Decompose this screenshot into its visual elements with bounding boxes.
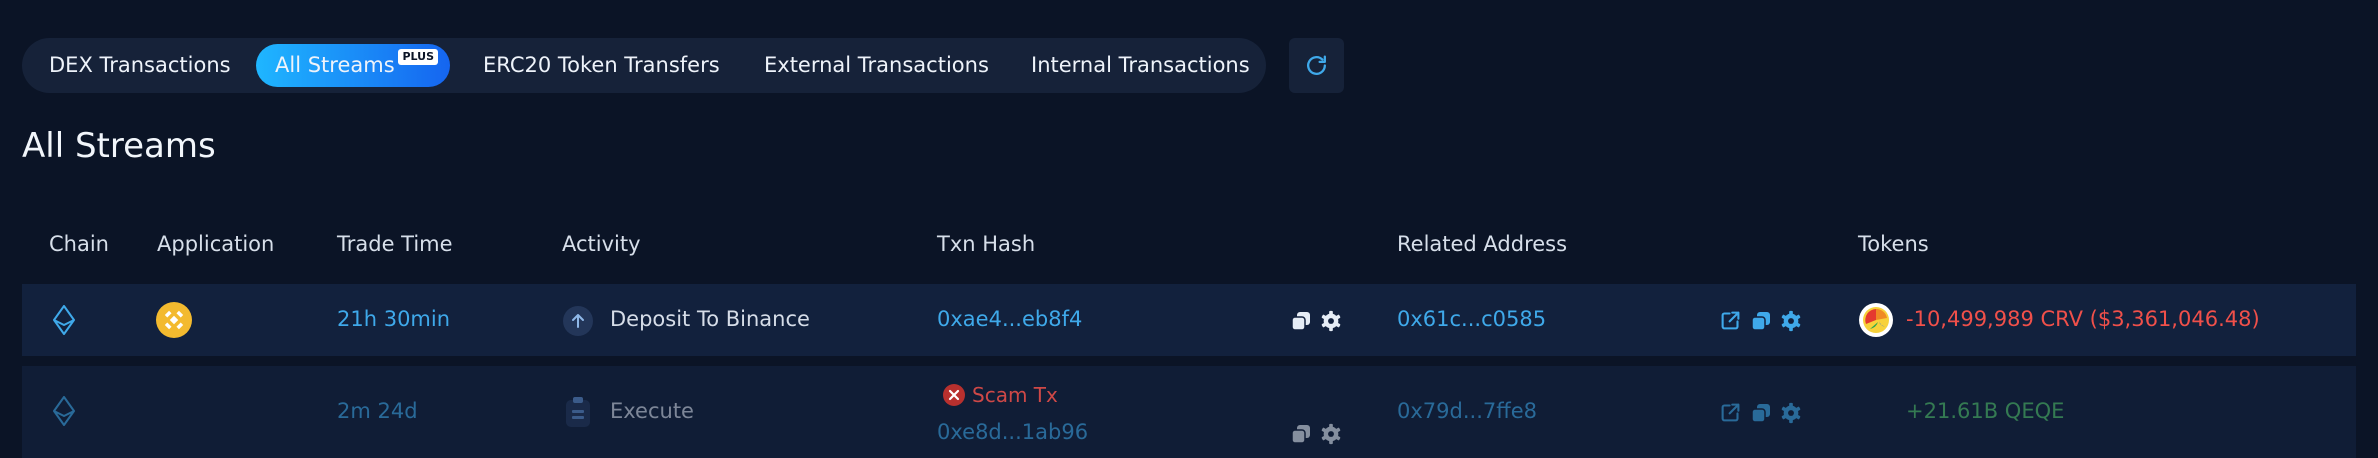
tab-external-transactions[interactable]: External Transactions <box>764 38 989 93</box>
copy-icon[interactable] <box>1751 311 1771 331</box>
scam-warning-icon <box>943 384 965 406</box>
column-header-related-address: Related Address <box>1397 232 1568 256</box>
binance-icon[interactable] <box>156 302 192 338</box>
arrow-up-icon <box>563 306 593 336</box>
tab-all-streams[interactable]: All Streams PLUS <box>256 44 450 87</box>
token-amount: +21.61B QEQE <box>1906 399 2065 423</box>
related-address-link[interactable]: 0x61c...c0585 <box>1397 307 1546 331</box>
crv-token-icon <box>1859 303 1893 337</box>
copy-icon[interactable] <box>1751 403 1771 423</box>
tab-internal-transactions[interactable]: Internal Transactions <box>1031 38 1250 93</box>
tab-label: ERC20 Token Transfers <box>483 53 720 77</box>
activity-label: Execute <box>610 399 694 423</box>
column-header-application: Application <box>157 232 275 256</box>
ethereum-icon <box>53 305 75 335</box>
tab-label: DEX Transactions <box>49 53 231 77</box>
external-link-icon[interactable] <box>1720 310 1741 331</box>
gear-icon[interactable] <box>1780 402 1802 424</box>
scam-tx-badge: Scam Tx <box>972 383 1058 407</box>
copy-icon[interactable] <box>1291 311 1311 331</box>
token-amount: -10,499,989 CRV ($3,361,046.48) <box>1906 307 2260 331</box>
copy-icon[interactable] <box>1291 424 1311 444</box>
column-header-chain: Chain <box>49 232 109 256</box>
table-row[interactable]: 2m 24d Execute Scam Tx 0xe8d...1ab96 0x7… <box>22 366 2356 458</box>
tab-label: Internal Transactions <box>1031 53 1250 77</box>
trade-time[interactable]: 2m 24d <box>337 399 418 423</box>
external-link-icon[interactable] <box>1720 402 1741 423</box>
refresh-button[interactable] <box>1289 38 1344 93</box>
refresh-icon <box>1307 55 1326 75</box>
gear-icon[interactable] <box>1320 310 1342 332</box>
related-address-link[interactable]: 0x79d...7ffe8 <box>1397 399 1537 423</box>
tab-label: All Streams <box>275 53 395 77</box>
txn-hash-link[interactable]: 0xe8d...1ab96 <box>937 420 1088 444</box>
gear-icon[interactable] <box>1780 310 1802 332</box>
txn-hash-link[interactable]: 0xae4...eb8f4 <box>937 307 1082 331</box>
plus-badge: PLUS <box>398 49 438 65</box>
ethereum-icon <box>53 396 75 426</box>
column-header-txn-hash: Txn Hash <box>937 232 1036 256</box>
column-header-trade-time: Trade Time <box>337 232 453 256</box>
gear-icon[interactable] <box>1320 423 1342 445</box>
tab-erc20-token-transfers[interactable]: ERC20 Token Transfers <box>483 38 720 93</box>
stream-tabs: DEX Transactions All Streams PLUS ERC20 … <box>22 38 1266 93</box>
column-header-tokens: Tokens <box>1858 232 1929 256</box>
clipboard-icon <box>566 397 590 427</box>
column-header-activity: Activity <box>562 232 641 256</box>
page-title: All Streams <box>22 126 216 166</box>
activity-label: Deposit To Binance <box>610 307 810 331</box>
tab-dex-transactions[interactable]: DEX Transactions <box>49 38 231 93</box>
table-row[interactable]: 21h 30min Deposit To Binance 0xae4...eb8… <box>22 284 2356 356</box>
tab-label: External Transactions <box>764 53 989 77</box>
trade-time[interactable]: 21h 30min <box>337 307 450 331</box>
